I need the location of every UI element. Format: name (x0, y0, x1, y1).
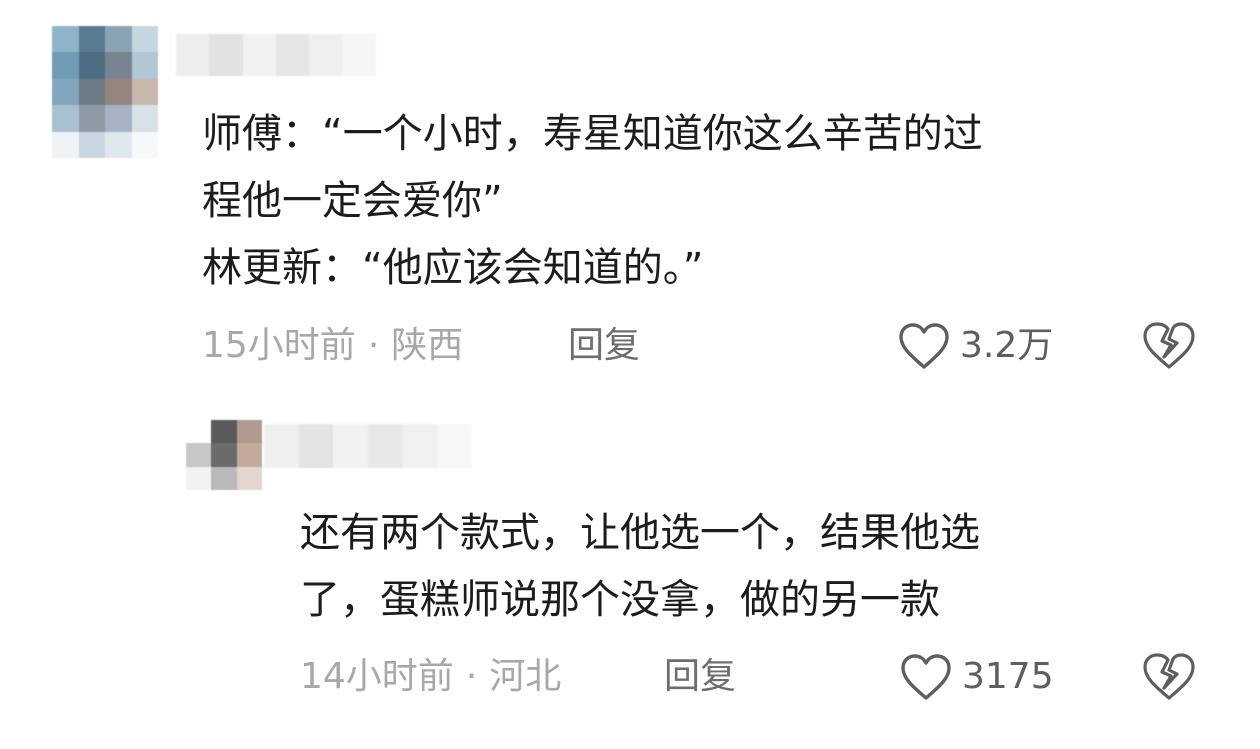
separator-dot: · (465, 656, 478, 697)
broken-heart-icon (1142, 321, 1196, 371)
comment-2: 还有两个款式，让他选一个，结果他选 了，蛋糕师说那个没拿，做的另一款 14小时前… (0, 380, 1260, 749)
reply-button[interactable]: 回复 (664, 652, 736, 702)
timestamp: 14小时前 (300, 656, 454, 697)
avatar[interactable] (52, 26, 158, 158)
dislike-button[interactable] (1142, 321, 1196, 371)
comment-text-line: 林更新：“他应该会知道的。” (202, 245, 704, 291)
username[interactable] (176, 34, 376, 76)
avatar[interactable] (186, 420, 262, 490)
comment-text-line: 还有两个款式，让他选一个，结果他选 (300, 510, 980, 556)
comment-meta: 14小时前 · 河北 (300, 652, 561, 702)
like-button[interactable]: 3.2万 (898, 321, 1053, 371)
like-count: 3175 (962, 656, 1054, 697)
like-button[interactable]: 3175 (900, 652, 1054, 702)
username[interactable] (264, 424, 472, 468)
heart-outline-icon (900, 653, 952, 701)
reply-button[interactable]: 回复 (568, 321, 640, 371)
ip-region: 河北 (489, 656, 562, 697)
comment-text-line: 了，蛋糕师说那个没拿，做的另一款 (300, 577, 940, 623)
comment-1: 师傅：“一个小时，寿星知道你这么辛苦的过 程他一定会爱你” 林更新：“他应该会知… (0, 0, 1260, 380)
heart-outline-icon (898, 322, 950, 370)
timestamp: 15小时前 (202, 325, 356, 366)
like-count: 3.2万 (960, 325, 1054, 366)
comment-text-line: 程他一定会爱你” (202, 178, 503, 224)
comment-text-line: 师傅：“一个小时，寿星知道你这么辛苦的过 (202, 111, 983, 157)
separator-dot: · (367, 325, 380, 366)
ip-region: 陕西 (391, 325, 464, 366)
comment-meta: 15小时前 · 陕西 (202, 321, 463, 371)
broken-heart-icon (1142, 652, 1196, 702)
dislike-button[interactable] (1142, 652, 1196, 702)
